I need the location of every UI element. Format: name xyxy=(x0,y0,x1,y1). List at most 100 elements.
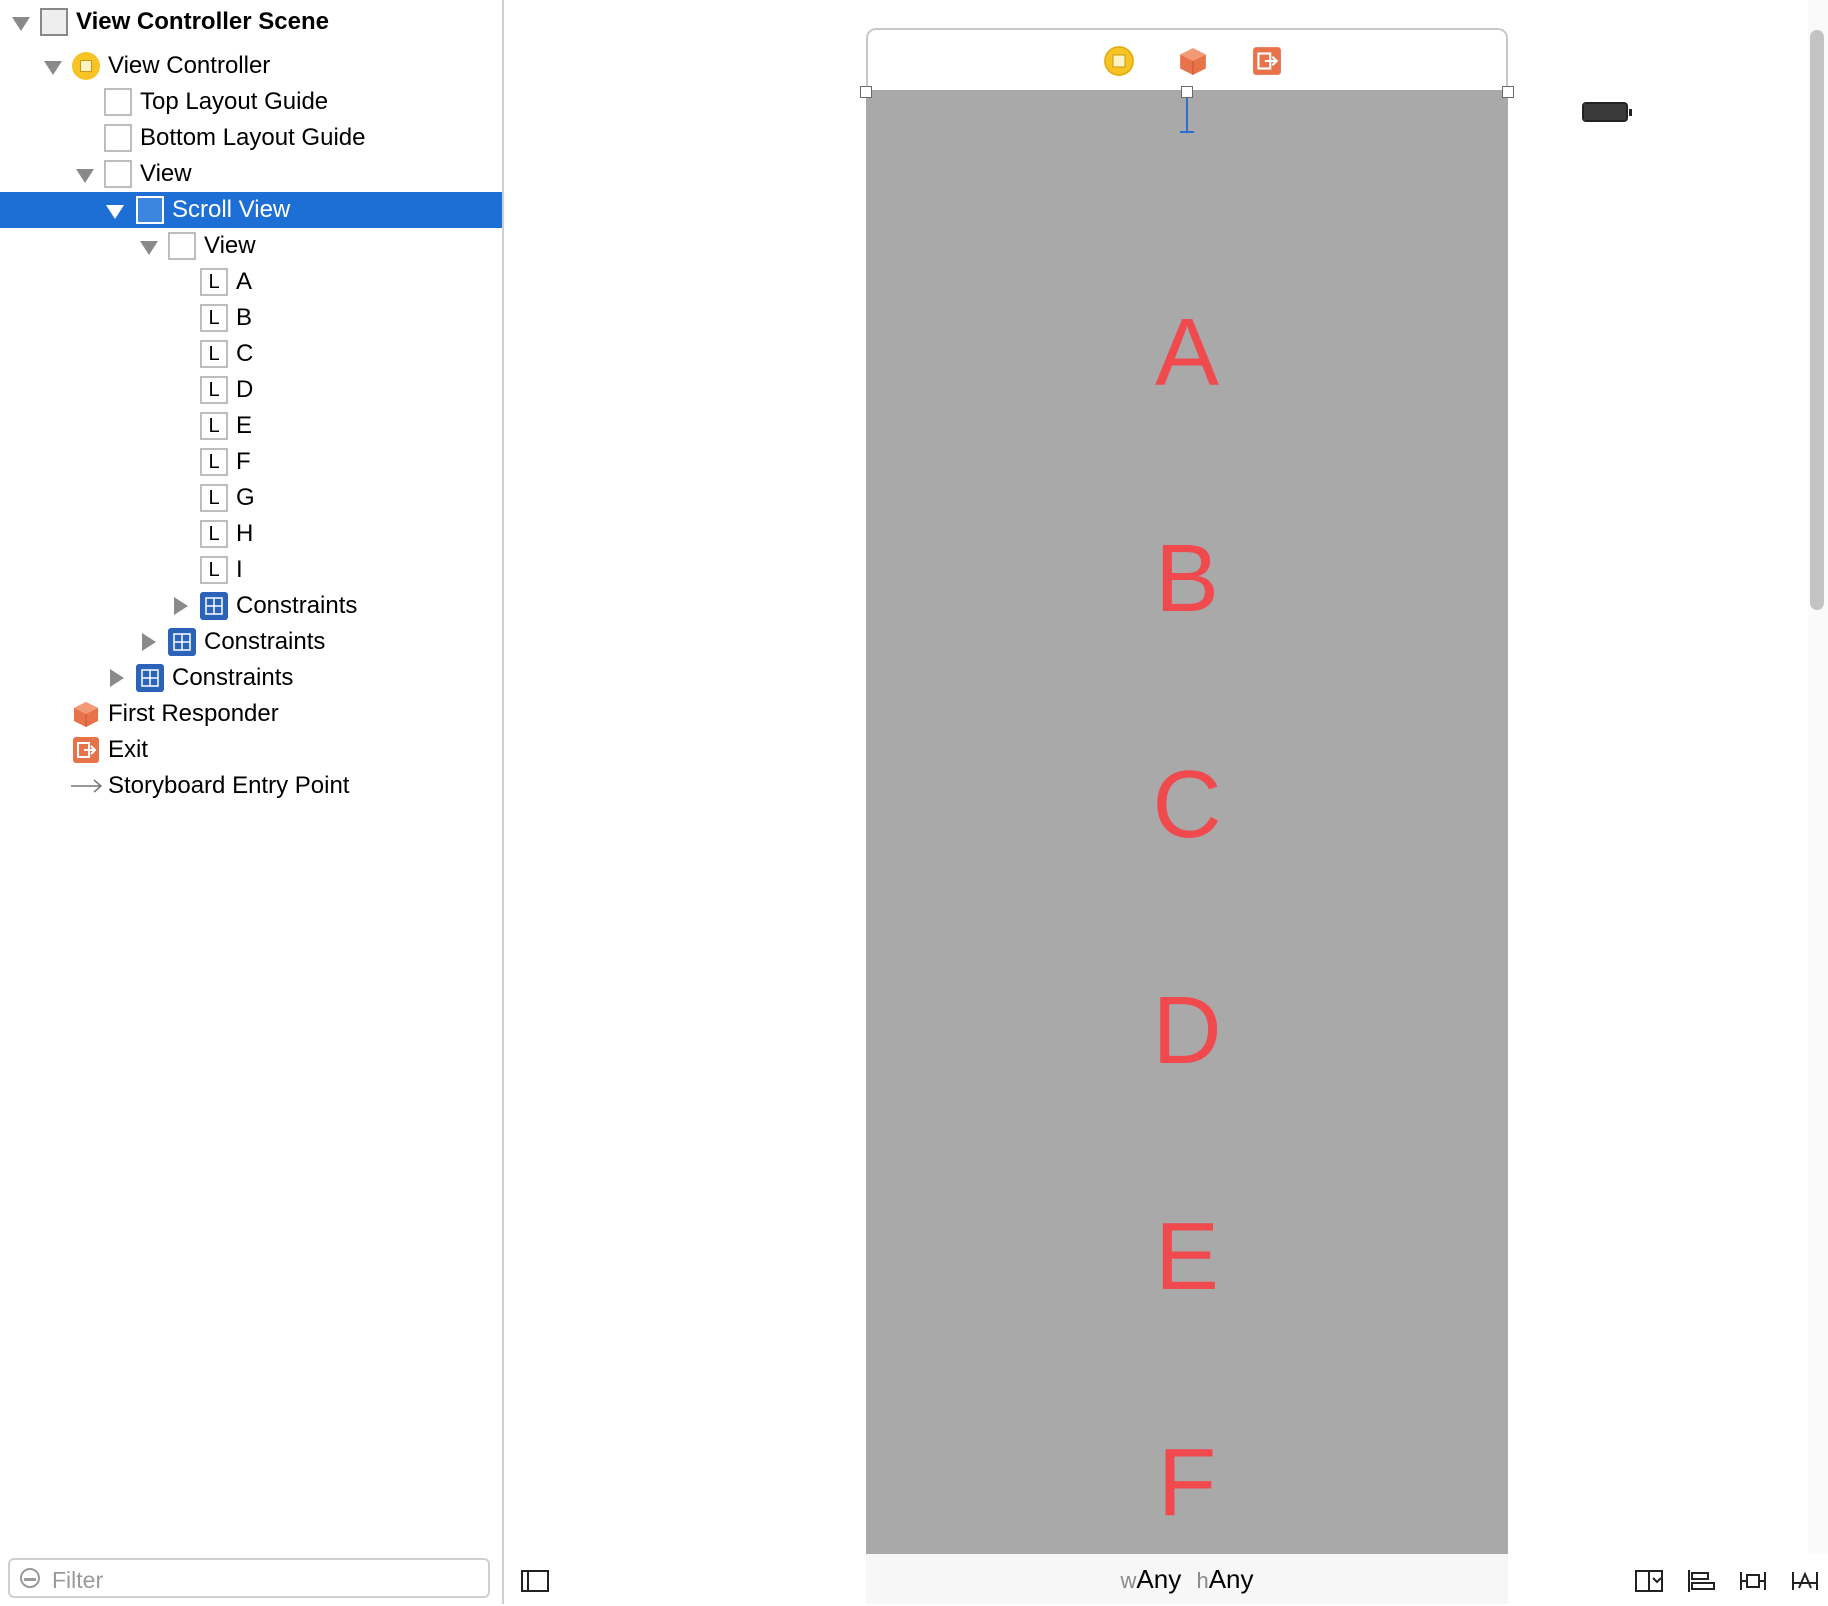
disclosure-right-icon[interactable] xyxy=(142,633,156,651)
toggle-outline-icon[interactable] xyxy=(520,1568,550,1594)
label-icon: L xyxy=(200,268,228,296)
outline-item-label: View Controller xyxy=(108,52,271,79)
outline-item-label: B xyxy=(236,304,253,331)
disclosure-down-icon[interactable] xyxy=(44,61,62,75)
outline-item-scroll-view[interactable]: Scroll View xyxy=(0,192,502,228)
outline-item-bottom-layout-guide[interactable]: Bottom Layout Guide xyxy=(0,120,502,156)
outline-item-label: C xyxy=(236,340,254,367)
storyboard-scene-icon xyxy=(40,8,68,36)
constraints-icon xyxy=(200,592,228,620)
outline-item-first-responder[interactable]: First Responder xyxy=(0,696,502,732)
battery-icon xyxy=(1582,102,1632,122)
resize-handle[interactable] xyxy=(860,86,872,98)
size-class-w-prefix: w xyxy=(1120,1568,1137,1593)
filter-icon[interactable] xyxy=(20,1568,40,1588)
outline-item-label: H xyxy=(236,520,254,547)
disclosure-right-icon[interactable] xyxy=(174,597,188,615)
scene-title: View Controller Scene xyxy=(76,8,329,35)
outline-item-label: Storyboard Entry Point xyxy=(108,772,350,799)
outline-item-label: Top Layout Guide xyxy=(140,88,329,115)
outline-item-label-a[interactable]: L A xyxy=(0,264,502,300)
outline-item-label: Bottom Layout Guide xyxy=(140,124,366,151)
resize-handle[interactable] xyxy=(1502,86,1514,98)
align-icon[interactable] xyxy=(1686,1568,1716,1594)
outline-item-label: Constraints xyxy=(172,664,294,691)
layout-guide-icon xyxy=(104,124,132,152)
label-icon: L xyxy=(200,304,228,332)
canvas-label-d[interactable]: D xyxy=(866,976,1508,1086)
view-controller-icon[interactable] xyxy=(1104,46,1134,76)
canvas-label-c[interactable]: C xyxy=(866,750,1508,860)
outline-item-label-c[interactable]: L C xyxy=(0,336,502,372)
label-icon: L xyxy=(200,448,228,476)
size-class-w-value: Any xyxy=(1136,1564,1182,1594)
outline-filter xyxy=(8,1558,490,1598)
label-icon: L xyxy=(200,484,228,512)
canvas-label-e[interactable]: E xyxy=(866,1202,1508,1312)
outline-item-label: I xyxy=(236,556,243,583)
outline-item-label: E xyxy=(236,412,253,439)
storyboard-canvas[interactable]: A B C D E F wAny hAny xyxy=(504,0,1828,1604)
outline-item-storyboard-entry-point[interactable]: Storyboard Entry Point xyxy=(0,768,502,804)
label-icon: L xyxy=(200,376,228,404)
scene-dock xyxy=(866,28,1508,90)
outline-item-label: A xyxy=(236,268,253,295)
outline-item-view-controller[interactable]: View Controller xyxy=(0,48,502,84)
view-icon xyxy=(168,232,196,260)
size-class-h-value: Any xyxy=(1208,1564,1254,1594)
disclosure-down-icon[interactable] xyxy=(106,205,124,219)
size-class-h-prefix: h xyxy=(1196,1568,1209,1593)
outline-item-label-d[interactable]: L D xyxy=(0,372,502,408)
outline-item-label: Constraints xyxy=(204,628,326,655)
outline-item-label: G xyxy=(236,484,255,511)
outline-item-label: View xyxy=(140,160,192,187)
pin-icon[interactable] xyxy=(1738,1568,1768,1594)
outline-item-label-f[interactable]: L F xyxy=(0,444,502,480)
stack-icon[interactable] xyxy=(1634,1568,1664,1594)
outline-item-label: D xyxy=(236,376,254,403)
canvas-scrollbar-thumb[interactable] xyxy=(1810,30,1824,610)
outline-item-constraints[interactable]: Constraints xyxy=(0,588,502,624)
outline-item-label: Constraints xyxy=(236,592,358,619)
view-controller-icon xyxy=(72,52,100,80)
disclosure-down-icon[interactable] xyxy=(140,241,158,255)
label-icon: L xyxy=(200,556,228,584)
outline-item-label: View xyxy=(204,232,256,259)
constraint-indicator-icon xyxy=(1180,98,1194,133)
canvas-label-b[interactable]: B xyxy=(866,524,1508,634)
outline-item-exit[interactable]: Exit xyxy=(0,732,502,768)
outline-item-label: F xyxy=(236,448,251,475)
outline-item-label-i[interactable]: L I xyxy=(0,552,502,588)
outline-scene-row[interactable]: View Controller Scene xyxy=(0,4,502,40)
exit-icon xyxy=(72,736,100,764)
disclosure-down-icon[interactable] xyxy=(12,17,30,31)
constraints-icon xyxy=(168,628,196,656)
outline-item-label: Scroll View xyxy=(172,196,291,223)
disclosure-down-icon[interactable] xyxy=(76,169,94,183)
exit-icon[interactable] xyxy=(1252,46,1282,76)
outline-item-label: First Responder xyxy=(108,700,279,727)
resolve-issues-icon[interactable] xyxy=(1790,1568,1820,1594)
first-responder-cube-icon[interactable] xyxy=(1178,46,1208,76)
disclosure-right-icon[interactable] xyxy=(110,669,124,687)
label-icon: L xyxy=(200,412,228,440)
outline-item-label-h[interactable]: L H xyxy=(0,516,502,552)
outline-item-content-view[interactable]: View xyxy=(0,228,502,264)
first-responder-cube-icon xyxy=(72,700,100,728)
filter-input[interactable] xyxy=(50,1564,484,1596)
outline-item-top-layout-guide[interactable]: Top Layout Guide xyxy=(0,84,502,120)
size-class-control[interactable]: wAny hAny xyxy=(866,1554,1508,1604)
label-icon: L xyxy=(200,520,228,548)
outline-item-constraints[interactable]: Constraints xyxy=(0,624,502,660)
outline-item-label-b[interactable]: L B xyxy=(0,300,502,336)
layout-guide-icon xyxy=(104,88,132,116)
document-outline: View Controller Scene View Controller To… xyxy=(0,0,504,1604)
outline-item-label-e[interactable]: L E xyxy=(0,408,502,444)
canvas-label-a[interactable]: A xyxy=(866,298,1508,408)
view-icon xyxy=(104,160,132,188)
label-icon: L xyxy=(200,340,228,368)
outline-item-view[interactable]: View xyxy=(0,156,502,192)
outline-item-constraints[interactable]: Constraints xyxy=(0,660,502,696)
canvas-label-f[interactable]: F xyxy=(866,1428,1508,1538)
outline-item-label-g[interactable]: L G xyxy=(0,480,502,516)
